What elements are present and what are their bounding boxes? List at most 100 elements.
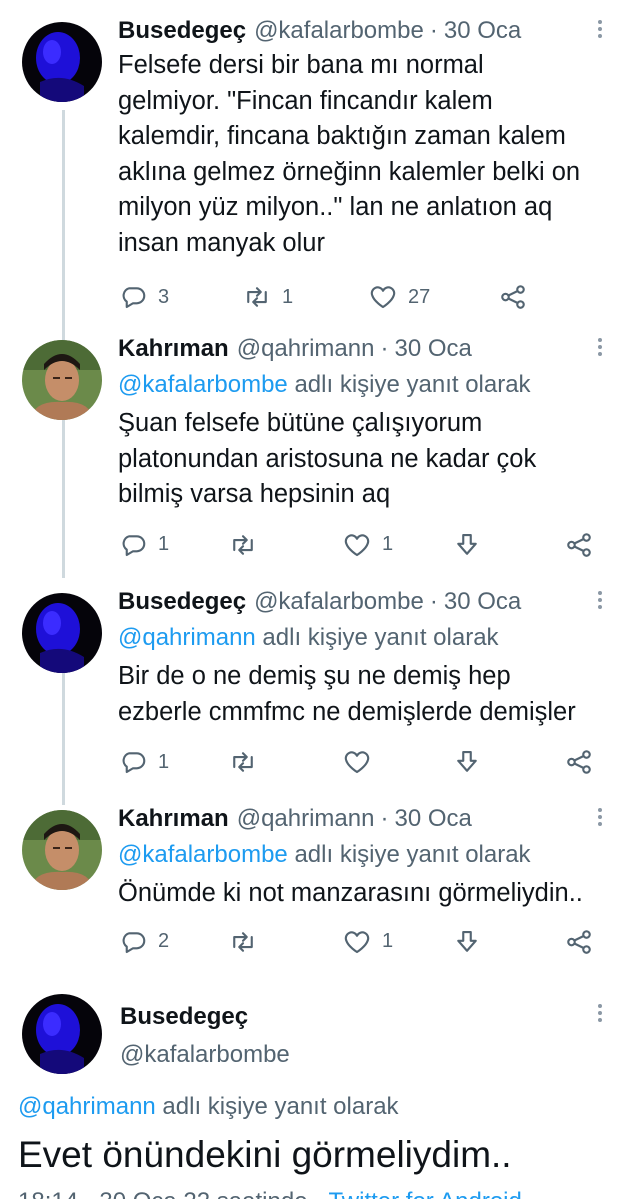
like-button[interactable]: 1 [342,922,393,962]
reply-button[interactable]: 1 [118,525,169,565]
user-handle[interactable]: @qahrimann [237,802,375,836]
tweet[interactable]: Kahrıman @qahrimann · 30 Oca @kafalarbom… [0,332,629,572]
retweet-icon [247,287,267,307]
share-button[interactable] [564,922,594,962]
reply-button[interactable]: 1 [118,742,169,782]
like-button[interactable]: 27 [368,277,430,317]
reply-label: adlı kişiye yanıt olarak [255,624,499,651]
separator: · [429,17,438,44]
download-button[interactable] [452,922,482,962]
replying-to: @qahrimann adlı kişiye yanıt olarak [118,621,609,655]
avatar[interactable] [22,994,102,1074]
reply-icon [122,931,146,953]
tweet[interactable]: Busedegeç @kafalarbombe · 30 Oca @qahrim… [0,585,629,795]
avatar[interactable] [22,810,102,890]
download-button[interactable] [452,525,482,565]
reply-count: 1 [158,533,170,555]
reply-count: 3 [158,285,170,308]
timestamp[interactable]: 30 Oca [444,585,521,619]
tweet-header: Busedegeç @kafalarbombe · 30 Oca [118,14,609,48]
like-count: 27 [408,285,431,308]
separator: · [380,805,389,832]
user-handle[interactable]: @kafalarbombe [120,1038,290,1072]
reply-label: adlı kişiye yanıt olarak [155,1093,399,1120]
like-button[interactable]: 1 [342,525,393,565]
retweet-button[interactable] [228,742,258,782]
tweet[interactable]: Busedegeç @kafalarbombe · 30 Oca Felsefe… [0,14,629,314]
download-icon [457,930,477,952]
avatar-blue-portrait-icon [22,593,102,673]
reply-button[interactable]: 2 [118,922,169,962]
user-handle[interactable]: @kafalarbombe [254,585,424,619]
reply-mention-link[interactable]: @qahrimann [118,624,256,651]
share-button[interactable] [564,742,594,782]
avatar[interactable] [22,22,102,102]
tweet-source-link[interactable]: Twitter for Android [328,1188,521,1199]
tweet-header: Kahrıman @qahrimann · 30 Oca [118,332,609,366]
avatar[interactable] [22,340,102,420]
display-name[interactable]: Kahrıman [118,332,229,366]
reply-mention-link[interactable]: @qahrimann [18,1093,156,1120]
reply-button[interactable]: 3 [118,277,169,317]
tweet-text: Felsefe dersi bir bana mı normal gelmiyo… [118,51,581,257]
tweet-text: Bir de o ne demiş şu ne demiş hep ezberl… [118,662,576,726]
replying-to: @kafalarbombe adlı kişiye yanıt olarak [118,838,609,872]
timestamp[interactable]: 30 Oca [394,802,471,836]
more-options-icon[interactable] [597,591,603,612]
reply-icon [122,752,146,774]
retweet-button[interactable]: 1 [242,277,293,317]
share-icon [567,750,591,774]
display-name[interactable]: Busedegeç [120,1000,248,1034]
tweet-datetime[interactable]: 18:14 · 30 Oca 22 saatinde · [18,1188,322,1199]
replying-to: @qahrimann adlı kişiye yanıt olarak [18,1090,399,1124]
user-handle[interactable]: @kafalarbombe [254,14,424,48]
tweet-meta: 18:14 · 30 Oca 22 saatinde · Twitter for… [18,1185,522,1199]
share-icon [501,285,525,309]
reply-mention-link[interactable]: @kafalarbombe [118,841,288,868]
like-count: 1 [382,533,394,555]
avatar-blue-portrait-icon [22,22,102,102]
avatar-man-portrait-icon [22,810,102,890]
action-bar: 1 [118,742,609,782]
heart-icon [344,751,370,774]
tweet-text: Önümde ki not manzarasını görmeliydin.. [118,879,583,907]
reply-mention-link[interactable]: @kafalarbombe [118,371,288,398]
share-button[interactable] [498,277,528,317]
more-options-icon[interactable] [597,338,603,359]
action-bar: 3 1 27 [118,277,609,317]
like-button[interactable] [342,742,372,782]
retweet-button[interactable] [228,525,268,565]
download-icon [457,533,477,555]
tweet-text: Evet önündekini görmeliydim.. [18,1134,512,1175]
tweet-text: Şuan felsefe bütüne çalışıyorum platonun… [118,409,537,508]
download-icon [457,750,477,772]
timestamp[interactable]: 30 Oca [394,332,471,366]
action-bar: 1 1 [118,525,609,565]
display-name[interactable]: Kahrıman [118,802,229,836]
avatar[interactable] [22,593,102,673]
reply-count: 2 [158,930,170,952]
more-options-icon[interactable] [597,808,603,829]
avatar-blue-portrait-icon [22,994,102,1074]
tweet[interactable]: Kahrıman @qahrimann · 30 Oca @kafalarbom… [0,802,629,982]
more-options-icon[interactable] [597,20,603,41]
share-icon [567,532,591,557]
user-handle[interactable]: @qahrimann [237,332,375,366]
timestamp[interactable]: 30 Oca [444,14,521,48]
retweet-icon [233,534,253,555]
share-button[interactable] [564,525,594,565]
retweet-button[interactable] [228,922,258,962]
download-button[interactable] [452,742,482,782]
heart-icon [370,286,396,309]
share-icon [567,929,591,954]
reply-label: adlı kişiye yanıt olarak [287,371,531,398]
reply-count: 1 [158,750,170,773]
action-bar: 2 1 [118,922,609,962]
display-name[interactable]: Busedegeç [118,585,246,619]
display-name[interactable]: Busedegeç [118,14,246,48]
avatar-man-portrait-icon [22,340,102,420]
more-options-icon[interactable] [597,1004,603,1025]
heart-icon [344,930,370,953]
retweet-count: 1 [282,285,294,308]
reply-label: adlı kişiye yanıt olarak [287,841,531,868]
